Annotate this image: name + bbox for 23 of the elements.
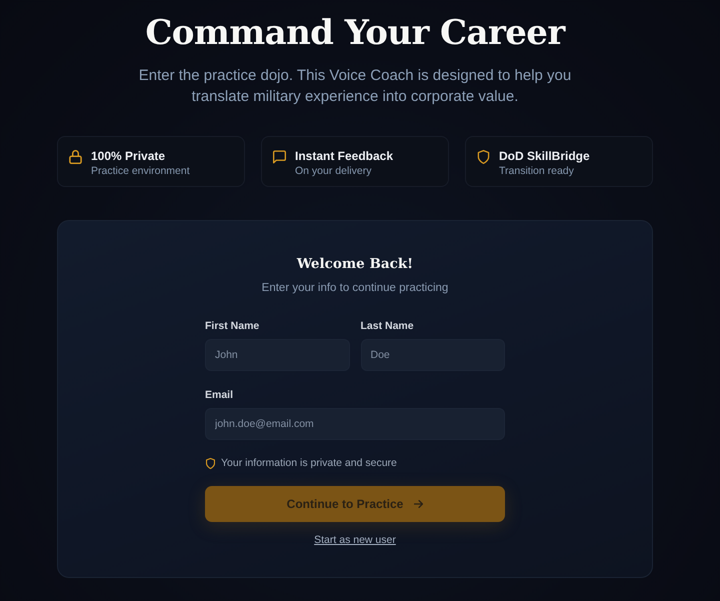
feature-title: DoD SkillBridge	[499, 149, 590, 164]
feature-description: Practice environment	[91, 164, 190, 178]
input-field[interactable]: Doe	[360, 339, 505, 371]
feature-title: 100% Private	[91, 149, 166, 164]
shield-icon	[477, 150, 490, 164]
card-subtitle: Enter your info to continue practicing	[262, 281, 448, 296]
page-subtitle: Enter the practice dojo. This Voice Coach is designed to help you translate military experience into corporate value.	[138, 66, 572, 107]
lock-icon	[69, 150, 82, 164]
shield-icon	[206, 458, 215, 468]
feature-title: Instant Feedback	[295, 149, 394, 164]
page-title: Command Your Career	[145, 12, 565, 55]
card-title: Welcome Back!	[296, 255, 414, 274]
field-label: Email	[205, 388, 234, 403]
privacy-note: Your information is private and secure	[221, 456, 397, 471]
field-label: First Name	[205, 319, 260, 334]
chat-bubble-icon	[273, 150, 286, 164]
feature-description: Transition ready	[499, 164, 575, 178]
arrow-right-icon	[414, 500, 424, 508]
input-field[interactable]: john.doe@email.com	[205, 408, 505, 440]
feature-description: On your delivery	[295, 164, 372, 178]
input-field[interactable]: John	[205, 339, 350, 371]
new-user-link[interactable]: Start as new user	[314, 532, 396, 548]
field-label: Last Name	[360, 319, 415, 334]
